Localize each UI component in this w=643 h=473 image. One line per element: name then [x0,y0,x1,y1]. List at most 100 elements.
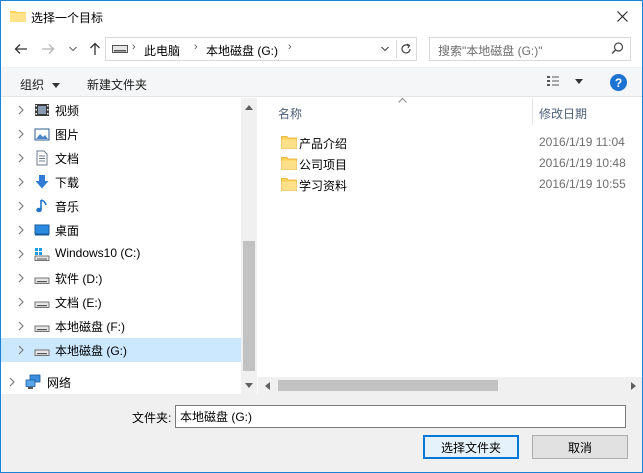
title-bar[interactable]: 选择一个目标 [1,1,642,32]
chevron-right-icon [18,321,24,331]
tree-item-downloads[interactable]: 下载 [1,170,241,194]
column-divider[interactable] [532,98,533,126]
tree-item-drive-e[interactable]: 文档 (E:) [1,290,241,314]
tree-item-network[interactable]: 网络 [1,370,241,394]
tree-item-drive-g[interactable]: 本地磁盘 (G:) [1,338,241,362]
caret-down-icon [245,382,253,388]
search-icon [611,42,624,54]
file-row[interactable]: 学习资料 2016/1/19 10:55 [258,174,642,195]
chevron-right-icon [18,345,24,355]
picture-icon [34,128,50,141]
arrow-up-icon [90,42,100,55]
drive-icon [34,349,50,356]
drive-icon [34,277,50,284]
forward-button[interactable] [38,39,58,59]
breadcrumb-separator[interactable]: › [288,41,292,53]
new-folder-button[interactable]: 新建文件夹 [87,76,147,93]
view-options-button[interactable] [547,75,584,90]
breadcrumb-separator[interactable]: › [194,41,198,53]
file-row[interactable]: 产品介绍 2016/1/19 11:04 [258,132,642,153]
file-list-horizontal-scrollbar[interactable] [258,377,642,394]
scroll-up-button[interactable] [241,100,257,114]
drive-icon [34,301,50,308]
folder-field[interactable] [175,405,626,428]
cancel-button[interactable]: 取消 [532,435,628,459]
column-header-name[interactable]: 名称 [278,105,302,122]
help-button[interactable]: ? [610,74,627,91]
chevron-right-icon [18,201,24,211]
scroll-right-button[interactable] [626,378,640,393]
tree-item-documents[interactable]: 文档 [1,146,241,170]
tree-item-label: Windows10 (C:) [55,246,141,260]
close-button[interactable] [610,5,634,27]
folder-field-label: 文件夹: [132,411,172,425]
address-bar[interactable]: › 此电脑 › 本地磁盘 (G:) › [105,37,417,61]
chevron-right-icon [18,249,24,259]
system-drive-icon [34,248,50,261]
breadcrumb-drive-g[interactable]: 本地磁盘 (G:) [206,42,278,59]
tree-item-drive-d[interactable]: 软件 (D:) [1,266,241,290]
chevron-right-icon [18,297,24,307]
folder-icon [10,11,26,22]
organize-menu[interactable]: 组织 [20,76,61,93]
network-icon [25,374,41,389]
chevron-down-icon [381,46,389,52]
navigation-pane-scrollbar[interactable] [241,98,257,394]
scroll-down-button[interactable] [241,378,257,392]
command-bar: 组织 新建文件夹 ? [1,67,642,97]
download-icon [35,175,49,189]
column-headers: 名称 修改日期 [258,98,642,126]
column-header-modified[interactable]: 修改日期 [539,105,587,122]
breadcrumb-separator[interactable]: › [132,41,136,53]
breadcrumb-this-pc[interactable]: 此电脑 [144,42,180,59]
video-icon [35,104,49,116]
select-folder-button[interactable]: 选择文件夹 [423,435,519,459]
file-modified-date: 2016/1/19 10:55 [539,177,626,191]
navigation-bar: › 此电脑 › 本地磁盘 (G:) › 搜索"本地磁盘 (G:)" [1,32,642,66]
dialog-footer: 文件夹: 选择文件夹 取消 [1,394,642,472]
file-row[interactable]: 公司项目 2016/1/19 10:48 [258,153,642,174]
scrollbar-thumb[interactable] [243,241,255,371]
up-button[interactable] [85,39,105,59]
refresh-icon [400,43,411,54]
tree-item-label: 图片 [55,128,80,142]
tree-item-label: 本地磁盘 (F:) [55,320,125,334]
close-icon [616,10,628,22]
tree-item-label: 视频 [55,104,80,118]
file-modified-date: 2016/1/19 11:04 [539,135,625,149]
tree-item-drive-c[interactable]: Windows10 (C:) [1,242,241,266]
window-title: 选择一个目标 [31,11,104,25]
file-name: 学习资料 [299,179,348,193]
desktop-icon [34,224,50,236]
chevron-right-icon [18,225,24,235]
caret-up-icon [245,104,253,110]
folder-icon [281,157,297,170]
scroll-left-button[interactable] [260,378,274,393]
tree-item-pictures[interactable]: 图片 [1,122,241,146]
folder-picker-dialog: 选择一个目标 › 此电脑 › 本地磁盘 (G:) › 搜索"本地磁盘 (G:)"… [0,0,643,473]
file-list[interactable]: 名称 修改日期 产品介绍 2016/1/19 11:04 公司项目 2016/1… [258,98,642,394]
navigation-pane[interactable]: 视频 图片 文档 下载 音乐 桌面 Windows10 (C:) 软件 (D:)… [1,98,257,394]
chevron-right-icon [18,273,24,283]
arrow-right-icon [42,44,55,54]
tree-item-label: 网络 [47,376,72,390]
scrollbar-thumb[interactable] [278,380,498,391]
tree-item-label: 文档 (E:) [55,296,102,310]
back-button[interactable] [11,39,31,59]
arrow-left-icon [14,44,27,54]
address-history-button[interactable] [378,42,392,56]
tree-item-drive-f[interactable]: 本地磁盘 (F:) [1,314,241,338]
search-box[interactable]: 搜索"本地磁盘 (G:)" [429,37,631,61]
tree-item-desktop[interactable]: 桌面 [1,218,241,242]
chevron-right-icon [9,377,15,387]
file-name: 产品介绍 [299,137,348,151]
music-icon [36,199,47,213]
recent-locations-button[interactable] [63,39,83,59]
tree-item-videos[interactable]: 视频 [1,98,241,122]
tree-item-label: 文档 [55,152,80,166]
refresh-button[interactable] [396,40,414,58]
chevron-right-icon [18,105,24,115]
tree-item-music[interactable]: 音乐 [1,194,241,218]
chevron-right-icon [18,129,24,139]
tree-item-label: 本地磁盘 (G:) [55,344,127,358]
